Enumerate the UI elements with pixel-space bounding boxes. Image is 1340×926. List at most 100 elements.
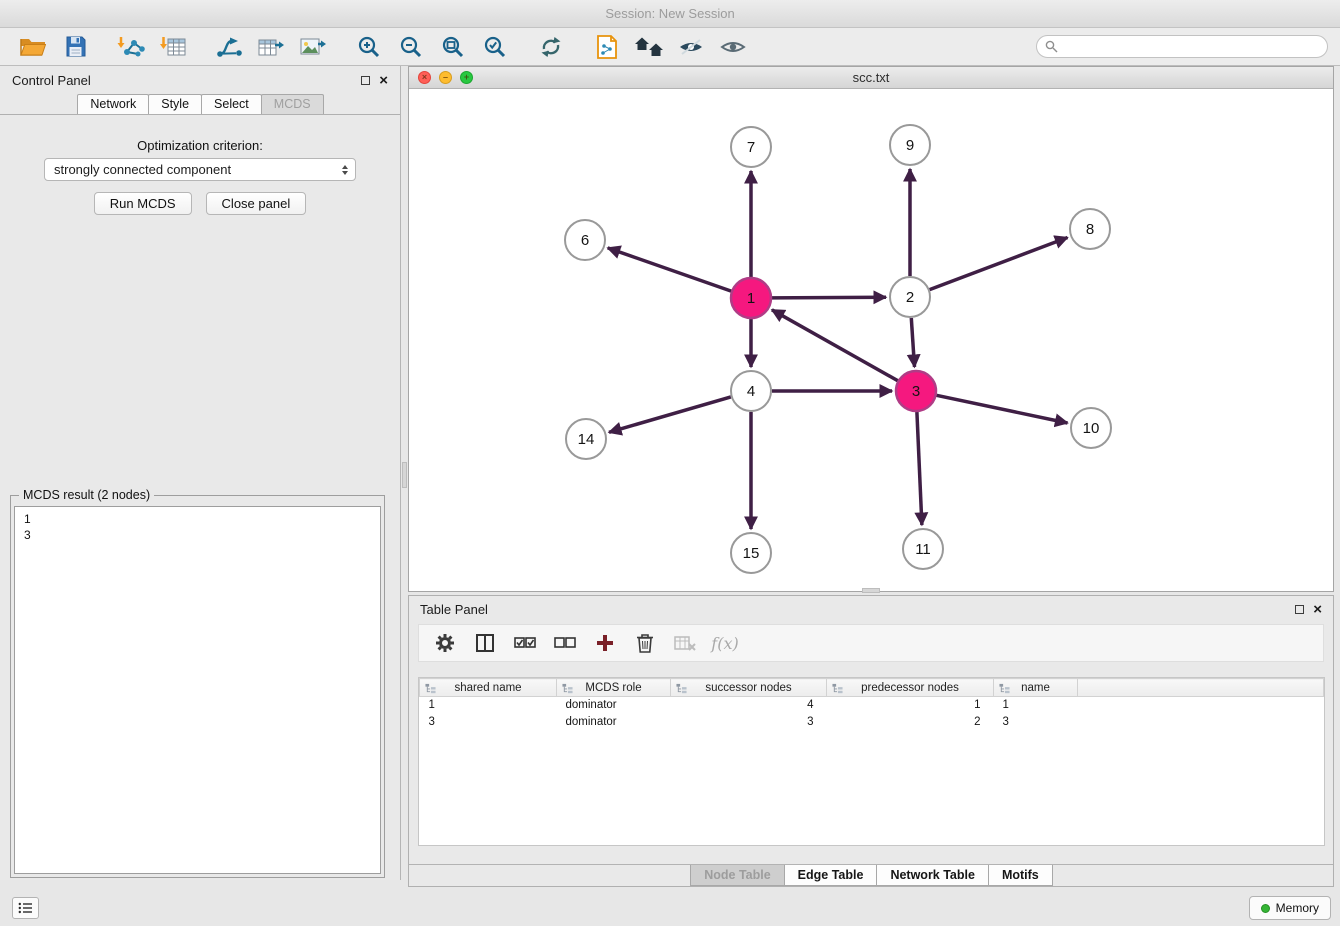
table-row[interactable]: 1 dominator 4 1 1 bbox=[420, 697, 1324, 714]
cell-successor-nodes[interactable]: 4 bbox=[671, 697, 827, 714]
graph-node-2[interactable]: 2 bbox=[890, 277, 930, 317]
column-header-mcds-role[interactable]: MCDS role bbox=[557, 679, 671, 697]
edge-3-11[interactable] bbox=[917, 412, 922, 525]
graph-node-10[interactable]: 10 bbox=[1071, 408, 1111, 448]
save-floppy-icon bbox=[65, 36, 86, 57]
edge-2-8[interactable] bbox=[930, 238, 1068, 290]
cell-name[interactable]: 1 bbox=[994, 697, 1078, 714]
cell-mcds-role[interactable]: dominator bbox=[557, 714, 671, 731]
save-session-button[interactable] bbox=[54, 31, 96, 63]
cell-predecessor-nodes[interactable]: 1 bbox=[827, 697, 994, 714]
close-panel-button[interactable]: Close panel bbox=[206, 192, 307, 215]
show-columns-button[interactable] bbox=[473, 630, 497, 656]
table-settings-button[interactable] bbox=[433, 630, 457, 656]
graph-node-6[interactable]: 6 bbox=[565, 220, 605, 260]
zoom-in-button[interactable] bbox=[348, 31, 390, 63]
control-panel-tabs: Network Style Select MCDS bbox=[0, 94, 400, 115]
cell-successor-nodes[interactable]: 3 bbox=[671, 714, 827, 731]
tab-motifs[interactable]: Motifs bbox=[988, 865, 1053, 886]
edge-4-14[interactable] bbox=[609, 397, 731, 432]
export-network-button[interactable] bbox=[208, 31, 250, 63]
import-table-button[interactable] bbox=[152, 31, 194, 63]
column-header-successor-nodes[interactable]: successor nodes bbox=[671, 679, 827, 697]
optimization-criterion-value: strongly connected component bbox=[54, 162, 231, 177]
graph-node-7[interactable]: 7 bbox=[731, 127, 771, 167]
close-control-panel-icon[interactable]: × bbox=[379, 73, 388, 88]
function-builder-button[interactable]: f(x) bbox=[713, 630, 737, 656]
mcds-result-text[interactable]: 1 3 bbox=[14, 506, 381, 874]
zoom-fit-button[interactable] bbox=[432, 31, 474, 63]
network-canvas[interactable]: 7 9 6 8 1 2 4 3 14 10 15 11 bbox=[409, 89, 1333, 590]
node-table: shared name MCDS role successor nodes bbox=[418, 677, 1325, 846]
tab-mcds[interactable]: MCDS bbox=[261, 94, 324, 114]
graph-node-4[interactable]: 4 bbox=[731, 371, 771, 411]
float-panel-icon[interactable] bbox=[361, 76, 370, 85]
column-header-predecessor-nodes[interactable]: predecessor nodes bbox=[827, 679, 994, 697]
delete-table-button[interactable] bbox=[673, 630, 697, 656]
tab-select[interactable]: Select bbox=[201, 94, 262, 114]
delete-column-button[interactable] bbox=[633, 630, 657, 656]
edge-3-10[interactable] bbox=[937, 395, 1068, 423]
graph-node-15[interactable]: 15 bbox=[731, 533, 771, 573]
memory-button[interactable]: Memory bbox=[1249, 896, 1331, 920]
copy-network-view-button[interactable] bbox=[586, 31, 628, 63]
minimize-window-button[interactable]: – bbox=[439, 71, 452, 84]
tab-network[interactable]: Network bbox=[77, 94, 149, 114]
cell-shared-name[interactable]: 1 bbox=[420, 697, 557, 714]
graph-node-11[interactable]: 11 bbox=[903, 529, 943, 569]
cell-mcds-role[interactable]: dominator bbox=[557, 697, 671, 714]
export-table-button[interactable] bbox=[250, 31, 292, 63]
zoom-selected-button[interactable] bbox=[474, 31, 516, 63]
graph-node-14[interactable]: 14 bbox=[566, 419, 606, 459]
open-session-button[interactable] bbox=[12, 31, 54, 63]
select-all-columns-button[interactable] bbox=[513, 630, 537, 656]
fx-icon: f(x) bbox=[711, 634, 738, 653]
table-row[interactable]: 3 dominator 3 2 3 bbox=[420, 714, 1324, 731]
optimization-criterion-select[interactable]: strongly connected component bbox=[44, 158, 356, 181]
edge-2-3[interactable] bbox=[911, 318, 914, 367]
hide-graphics-button[interactable] bbox=[670, 31, 712, 63]
graph-node-1[interactable]: 1 bbox=[731, 278, 771, 318]
tab-node-table[interactable]: Node Table bbox=[690, 865, 784, 886]
tab-edge-table[interactable]: Edge Table bbox=[784, 865, 878, 886]
export-image-icon bbox=[300, 36, 326, 58]
tab-network-table[interactable]: Network Table bbox=[876, 865, 989, 886]
refresh-button[interactable] bbox=[530, 31, 572, 63]
window-titlebar[interactable]: Session: New Session bbox=[0, 0, 1340, 28]
cell-predecessor-nodes[interactable]: 2 bbox=[827, 714, 994, 731]
graph-node-3[interactable]: 3 bbox=[896, 371, 936, 411]
import-network-button[interactable] bbox=[110, 31, 152, 63]
search-input[interactable] bbox=[1036, 35, 1328, 58]
svg-text:2: 2 bbox=[906, 289, 914, 306]
window-controls: × – + bbox=[418, 71, 473, 84]
show-panels-button[interactable] bbox=[12, 897, 39, 919]
unselect-all-columns-button[interactable] bbox=[553, 630, 577, 656]
home-layout-button[interactable] bbox=[628, 31, 670, 63]
export-image-button[interactable] bbox=[292, 31, 334, 63]
close-table-panel-icon[interactable]: × bbox=[1313, 602, 1322, 617]
horizontal-split-handle[interactable] bbox=[862, 588, 880, 593]
cell-shared-name[interactable]: 3 bbox=[420, 714, 557, 731]
column-header-name[interactable]: name bbox=[994, 679, 1078, 697]
close-window-button[interactable]: × bbox=[418, 71, 431, 84]
graph-node-8[interactable]: 8 bbox=[1070, 209, 1110, 249]
network-window-titlebar[interactable]: × – + scc.txt bbox=[409, 67, 1333, 89]
edge-1-6[interactable] bbox=[608, 248, 732, 291]
svg-text:6: 6 bbox=[581, 232, 589, 249]
run-mcds-button[interactable]: Run MCDS bbox=[94, 192, 192, 215]
main-toolbar bbox=[0, 28, 1340, 66]
edge-3-1[interactable] bbox=[772, 310, 898, 381]
vertical-split-handle[interactable] bbox=[402, 462, 407, 488]
cell-name[interactable]: 3 bbox=[994, 714, 1078, 731]
edge-1-2[interactable] bbox=[772, 297, 886, 298]
zoom-window-button[interactable]: + bbox=[460, 71, 473, 84]
show-graphics-button[interactable] bbox=[712, 31, 754, 63]
float-table-panel-icon[interactable] bbox=[1295, 605, 1304, 614]
tab-style[interactable]: Style bbox=[148, 94, 202, 114]
column-header-shared-name[interactable]: shared name bbox=[420, 679, 557, 697]
table-panel-title: Table Panel bbox=[420, 602, 488, 617]
create-column-button[interactable] bbox=[593, 630, 617, 656]
graph-node-9[interactable]: 9 bbox=[890, 125, 930, 165]
zoom-out-button[interactable] bbox=[390, 31, 432, 63]
import-table-icon bbox=[160, 36, 186, 58]
